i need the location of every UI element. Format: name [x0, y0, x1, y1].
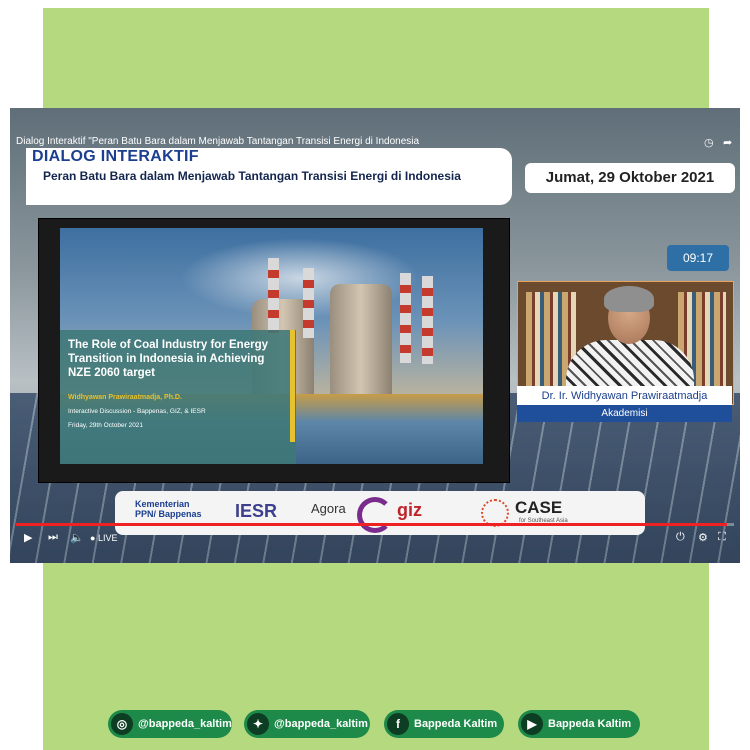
player-controls: ▶ ⏭ 🔈 ● LIVE ⏻ ⚙ ⛶ — [10, 528, 740, 550]
chimney — [422, 276, 433, 364]
toggle-icon[interactable]: ⏻ — [676, 531, 685, 544]
live-label: LIVE — [97, 533, 118, 543]
speaker-hair — [604, 286, 654, 312]
logo-bappenas: Kementerian PPN/ Bappenas — [135, 499, 202, 519]
chimney — [400, 273, 411, 363]
speaker-role: Akademisi — [517, 405, 732, 422]
social-facebook[interactable]: f Bappeda Kaltim — [384, 710, 504, 738]
twitter-icon: ✦ — [247, 713, 269, 735]
settings-icon[interactable]: ⚙ — [698, 531, 708, 544]
live-indicator[interactable]: ● LIVE — [90, 533, 117, 543]
dialog-subtitle: Peran Batu Bara dalam Menjawab Tantangan… — [43, 169, 461, 183]
social-label: @bappeda_kaltim — [274, 718, 368, 730]
watch-later-icon[interactable]: ◷ — [704, 136, 714, 149]
social-label: Bappeda Kaltim — [414, 718, 498, 730]
slide-date: Friday, 29th October 2021 — [68, 422, 144, 429]
video-player[interactable]: Dialog Interaktif "Peran Batu Bara dalam… — [10, 108, 740, 563]
next-icon[interactable]: ⏭ — [48, 531, 58, 544]
fullscreen-icon[interactable]: ⛶ — [718, 531, 726, 544]
youtube-icon: ▶ — [521, 713, 543, 735]
social-youtube[interactable]: ▶ Bappeda Kaltim — [518, 710, 640, 738]
cooling-tower — [330, 284, 392, 394]
social-instagram[interactable]: ◎ @bappeda_kaltim — [108, 710, 232, 738]
slide-title: The Role of Coal Industry for Energy Tra… — [68, 339, 268, 379]
logo-case: CASE — [515, 498, 563, 517]
logo-iesr: IESR — [235, 501, 278, 521]
video-progress-bar[interactable] — [16, 523, 734, 526]
event-date: Jumat, 29 Oktober 2021 — [545, 169, 715, 186]
instagram-icon: ◎ — [111, 713, 133, 735]
share-icon[interactable]: ➦ — [723, 136, 732, 149]
slide-event: Interactive Discussion - Bappenas, GIZ, … — [68, 408, 206, 415]
dialog-title: DIALOG INTERAKTIF — [32, 148, 199, 165]
social-twitter[interactable]: ✦ @bappeda_kaltim — [244, 710, 370, 738]
volume-icon[interactable]: 🔈 — [70, 531, 84, 544]
play-icon[interactable]: ▶ — [24, 531, 32, 544]
social-label: Bappeda Kaltim — [548, 718, 632, 730]
speaker-name: Dr. Ir. Widhyawan Prawiraatmadja — [517, 386, 732, 406]
video-title[interactable]: Dialog Interaktif "Peran Batu Bara dalam… — [16, 136, 419, 147]
video-progress-fill — [16, 523, 727, 526]
logo-agora: Agora — [311, 501, 346, 516]
slide-author: Widhyawan Prawiraatmadja, Ph.D. — [68, 394, 182, 401]
facebook-icon: f — [387, 713, 409, 735]
logo-giz: giz — [397, 500, 422, 520]
social-label: @bappeda_kaltim — [138, 718, 232, 730]
chimney — [303, 268, 314, 338]
presentation-slide: The Role of Coal Industry for Energy Tra… — [60, 228, 483, 464]
chimney — [268, 258, 279, 333]
slide-accent-bar — [290, 330, 295, 442]
countdown-timer: 09:17 — [667, 245, 729, 271]
